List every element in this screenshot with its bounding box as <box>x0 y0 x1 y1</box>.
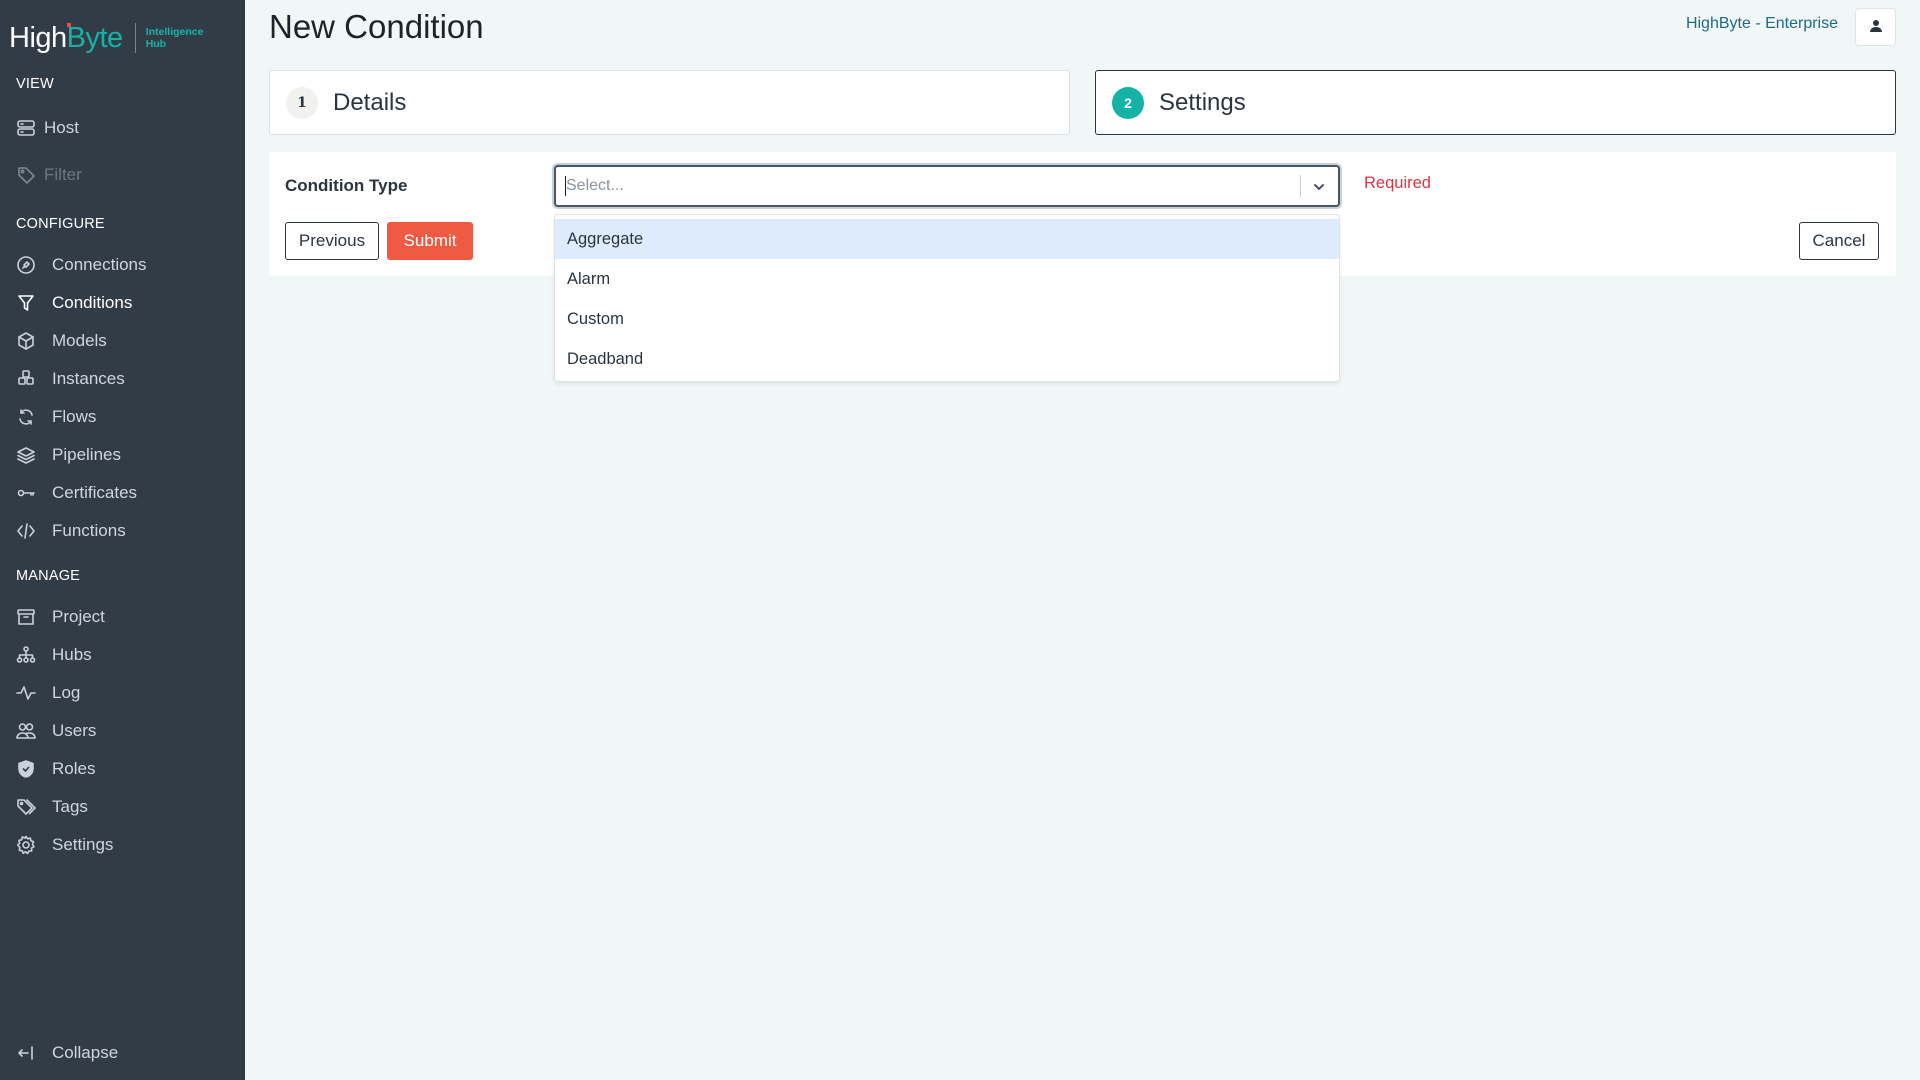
sidebar-item-label: Host <box>44 118 79 137</box>
step-settings[interactable]: 2 Settings <box>1095 70 1896 135</box>
highbyte-logo[interactable]: High Byte Intelligence Hub <box>9 18 203 58</box>
sidebar-item-connections[interactable]: Connections <box>0 248 245 282</box>
sidebar-item-label: Models <box>52 331 107 350</box>
sidebar-item-label: Collapse <box>52 1043 119 1062</box>
sidebar-item-label: Connections <box>52 255 147 274</box>
refresh-icon <box>15 406 37 428</box>
sidebar-item-label: Roles <box>52 759 96 778</box>
shield-icon <box>15 758 37 780</box>
sidebar-item-label: Conditions <box>52 293 133 312</box>
section-title-view: VIEW <box>16 76 54 92</box>
sidebar-item-users[interactable]: Users <box>0 714 245 748</box>
sidebar-item-flows[interactable]: Flows <box>0 400 245 434</box>
sidebar-collapse-button[interactable]: Collapse <box>0 1036 245 1070</box>
tags-icon <box>15 796 37 818</box>
condition-type-menu: Aggregate Alarm Custom Deadband <box>554 214 1340 382</box>
logo-high: High <box>9 21 71 55</box>
condition-type-select[interactable]: Select... <box>554 165 1340 207</box>
cancel-button[interactable]: Cancel <box>1799 222 1879 260</box>
sidebar-item-label: Tags <box>52 797 88 816</box>
logo-dot <box>67 22 71 27</box>
sidebar-item-certificates[interactable]: Certificates <box>0 476 245 510</box>
sidebar-item-label: Functions <box>52 521 126 540</box>
select-placeholder: Select... <box>566 177 624 194</box>
sidebar-item-settings[interactable]: Settings <box>0 828 245 862</box>
gear-icon <box>15 834 37 856</box>
user-icon <box>1869 18 1883 37</box>
logo-subtitle-line1: Intelligence <box>145 26 204 38</box>
sidebar-item-roles[interactable]: Roles <box>0 752 245 786</box>
logo-divider <box>134 23 136 53</box>
sidebar-item-filter[interactable]: Filter <box>0 158 245 192</box>
sitemap-icon <box>15 644 37 666</box>
sidebar-item-label: Filter <box>44 165 82 184</box>
sidebar-item-conditions[interactable]: Conditions <box>0 286 245 320</box>
sidebar-item-label: Instances <box>52 369 125 388</box>
plug-icon <box>15 254 37 276</box>
sidebar-item-label: Settings <box>52 835 114 854</box>
required-message: Required <box>1364 174 1431 192</box>
cube-icon <box>15 330 37 352</box>
org-name-link[interactable]: HighByte - Enterprise <box>1686 15 1838 33</box>
sidebar: High Byte Intelligence Hub VIEW Host Fil… <box>0 0 245 1080</box>
previous-button[interactable]: Previous <box>285 222 379 260</box>
page-title: New Condition <box>269 8 484 45</box>
sidebar-item-label: Certificates <box>52 483 138 502</box>
sidebar-item-hubs[interactable]: Hubs <box>0 638 245 672</box>
submit-button[interactable]: Submit <box>387 222 473 260</box>
condition-type-label: Condition Type <box>285 176 408 195</box>
sidebar-item-label: Project <box>52 607 105 626</box>
step-label: Settings <box>1159 88 1246 116</box>
sidebar-item-label: Pipelines <box>52 445 121 464</box>
select-separator <box>1300 175 1301 197</box>
sidebar-item-pipelines[interactable]: Pipelines <box>0 438 245 472</box>
layers-icon <box>15 444 37 466</box>
option-deadband[interactable]: Deadband <box>555 339 1339 379</box>
logo-high-text: High <box>9 21 67 54</box>
chevron-down-icon[interactable] <box>1308 176 1330 198</box>
section-title-configure: CONFIGURE <box>16 216 105 232</box>
step-details[interactable]: 1 Details <box>269 70 1070 135</box>
code-icon <box>15 520 37 542</box>
sidebar-item-functions[interactable]: Functions <box>0 514 245 548</box>
user-menu-button[interactable] <box>1855 8 1896 46</box>
logo-byte: Byte <box>66 21 124 54</box>
sidebar-item-label: Flows <box>52 407 97 426</box>
sidebar-item-tags[interactable]: Tags <box>0 790 245 824</box>
filter-icon <box>15 292 37 314</box>
sidebar-item-label: Log <box>52 683 81 702</box>
step-number: 1 <box>286 86 318 119</box>
activity-icon <box>15 682 37 704</box>
section-title-manage: MANAGE <box>16 568 81 584</box>
cubes-icon <box>15 368 37 390</box>
archive-icon <box>15 606 37 628</box>
option-aggregate[interactable]: Aggregate <box>555 219 1339 259</box>
step-number: 2 <box>1112 86 1144 119</box>
sidebar-item-label: Users <box>52 721 97 740</box>
sidebar-item-host[interactable]: Host <box>0 111 245 145</box>
collapse-left-icon <box>15 1042 37 1064</box>
step-label: Details <box>333 88 407 116</box>
sidebar-item-instances[interactable]: Instances <box>0 362 245 396</box>
sidebar-item-label: Hubs <box>52 645 92 664</box>
users-icon <box>15 720 37 742</box>
sidebar-item-log[interactable]: Log <box>0 676 245 710</box>
logo-subtitle-line2: Hub <box>145 38 167 50</box>
option-alarm[interactable]: Alarm <box>555 259 1339 299</box>
logo-subtitle: Intelligence Hub <box>146 26 204 50</box>
option-custom[interactable]: Custom <box>555 299 1339 339</box>
key-icon <box>15 482 37 504</box>
tag-icon <box>15 164 37 186</box>
sidebar-item-project[interactable]: Project <box>0 600 245 634</box>
sidebar-item-models[interactable]: Models <box>0 324 245 358</box>
server-icon <box>15 117 37 139</box>
